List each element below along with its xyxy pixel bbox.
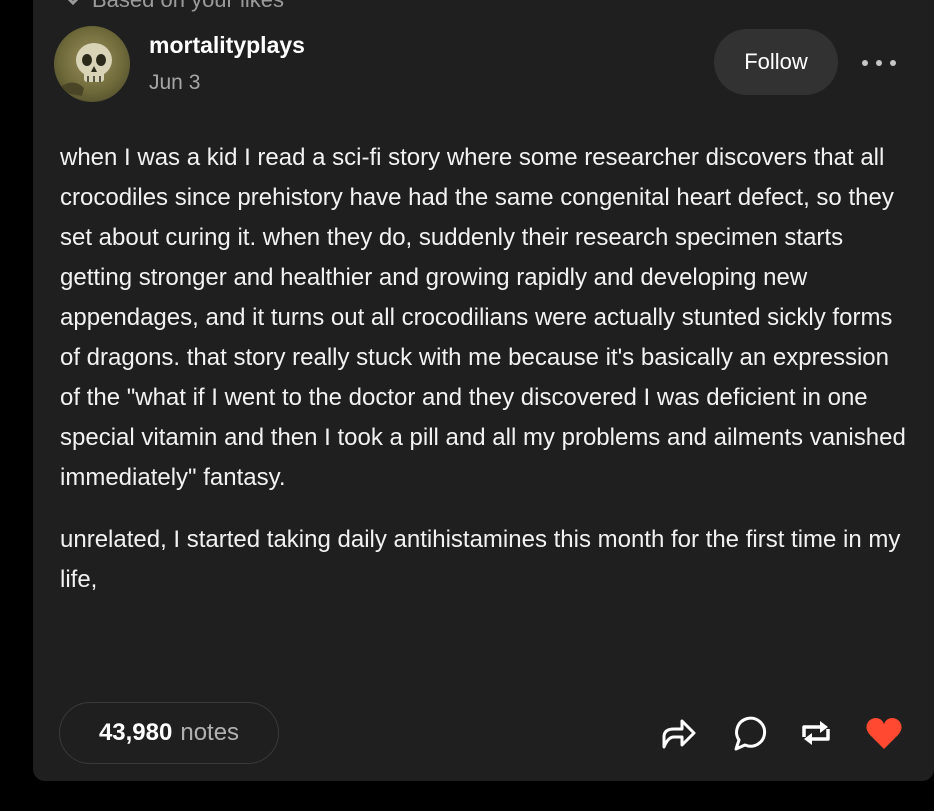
post-paragraph: when I was a kid I read a sci-fi story w…: [60, 144, 906, 491]
post-body: when I was a kid I read a sci-fi story w…: [60, 138, 910, 622]
reply-icon[interactable]: [728, 713, 768, 753]
notes-label: notes: [180, 719, 240, 746]
heart-icon[interactable]: [864, 713, 904, 753]
share-icon[interactable]: [658, 713, 698, 753]
skull-icon: [62, 43, 112, 96]
avatar[interactable]: [54, 26, 130, 102]
recommendation-text: Based on your likes: [92, 0, 284, 13]
reblog-icon[interactable]: [796, 713, 836, 753]
post-paragraph: unrelated, I started taking daily antihi…: [60, 526, 901, 593]
notes-button[interactable]: 43,980 notes: [59, 702, 279, 764]
more-dot: [876, 60, 882, 66]
follow-button[interactable]: Follow: [714, 29, 838, 95]
notes-count: 43,980: [98, 719, 173, 746]
chevron-down-icon: [67, 0, 79, 6]
more-options-icon[interactable]: [862, 57, 896, 69]
post-date[interactable]: Jun 3: [149, 71, 200, 95]
recommendation-reason: Based on your likes: [64, 0, 284, 13]
more-dot: [890, 60, 896, 66]
post-author-name[interactable]: mortalityplays: [149, 32, 305, 59]
more-dot: [862, 60, 868, 66]
